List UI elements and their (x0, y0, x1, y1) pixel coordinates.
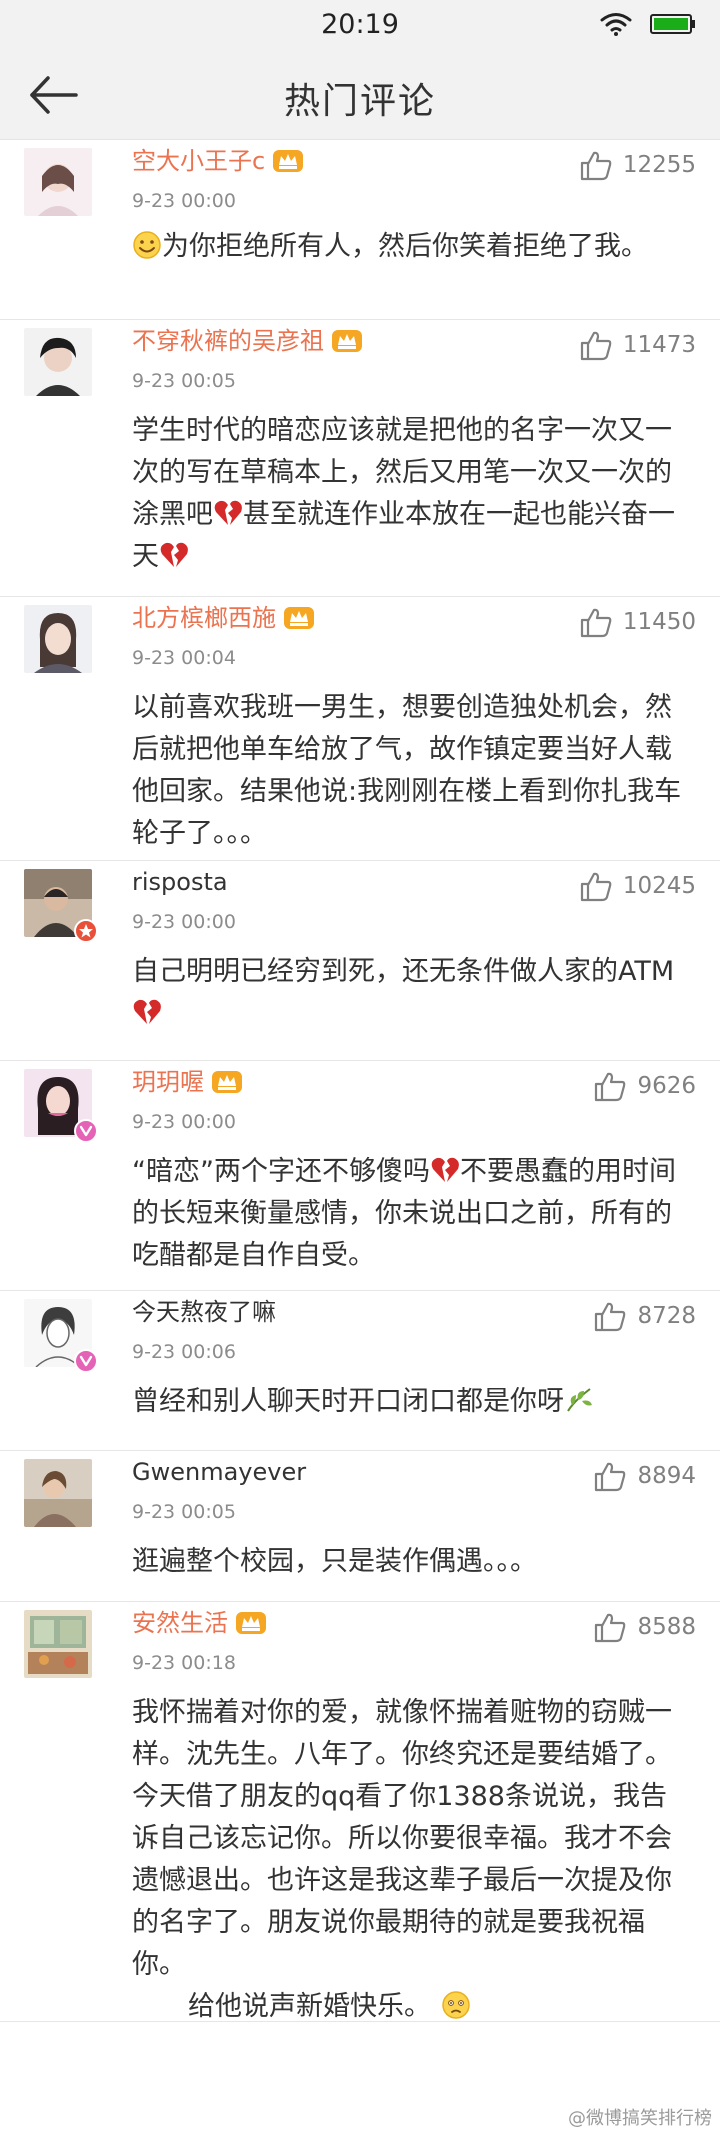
crown-icon (284, 607, 314, 629)
comment-text-line: 给他说声新婚快乐。 (132, 1986, 471, 2028)
comment-time: 9-23 00:00 (132, 1111, 236, 1133)
sad-emoji (442, 1991, 470, 2019)
comment-text: 逛遍整个校园，只是装作偶遇。。。 (132, 1546, 537, 1577)
broken-heart-emoji (133, 999, 161, 1024)
like-count: 11450 (622, 609, 696, 635)
vip-badge-icon (74, 1349, 98, 1373)
comment-item: 玥玥喔 9626 9-23 00:00 “暗恋”两个字还不够傻吗 不要愚蠢的用时间… (0, 1061, 720, 1291)
like-count: 12255 (622, 152, 696, 178)
comment-time: 9-23 00:05 (132, 1501, 236, 1523)
comment-item: 不穿秋裤的吴彦祖 11473 9-23 00:05 学生时代的暗恋应该就是把他的… (0, 320, 720, 597)
comment-text: 曾经和别人聊天时开口闭口都是你呀 (132, 1381, 682, 1423)
thumb-up-icon (595, 1302, 626, 1332)
comment-time: 9-23 00:06 (132, 1341, 236, 1363)
comment-item: Gwenmayever 8894 9-23 00:05 逛遍整个校园，只是装作偶… (0, 1451, 720, 1602)
avatar[interactable] (24, 1459, 92, 1527)
comment-item: 今天熬夜了嘛 8728 9-23 00:06 曾经和别人聊天时开口闭口都是你呀 (0, 1291, 720, 1451)
comment-time: 9-23 00:00 (132, 911, 236, 933)
comment-item: 空大小王子c 12255 9-23 00:00 为你拒绝所有人，然后你笑着拒绝了… (0, 140, 720, 320)
avatar[interactable] (24, 1610, 92, 1678)
like-button[interactable]: 8588 (593, 1610, 696, 1644)
verified-badge-icon (74, 919, 98, 943)
battery-icon (650, 14, 695, 34)
like-button[interactable]: 8728 (593, 1299, 696, 1333)
username[interactable]: 北方槟榔西施 (132, 603, 316, 633)
username[interactable]: risposta (132, 867, 228, 897)
vip-badge-icon (74, 1119, 98, 1143)
comment-item: risposta 10245 9-23 00:00 自己明明已经穷到死，还无条件… (0, 861, 720, 1061)
crown-icon (273, 150, 304, 172)
comment-text: 自己明明已经穷到死，还无条件做人家的ATM (132, 951, 682, 1035)
crown-icon (332, 330, 362, 352)
comment-item: 安然生活 8588 9-23 00:18 我怀揣着对你的爱，就像怀揣着赃物的窃贼… (0, 1602, 720, 2022)
like-count: 9626 (637, 1073, 696, 1099)
thumb-up-icon (580, 872, 612, 902)
like-count: 11473 (622, 332, 696, 358)
like-button[interactable]: 9626 (593, 1069, 696, 1103)
thumb-up-icon (580, 608, 612, 638)
crown-icon (212, 1071, 242, 1093)
like-button[interactable]: 10245 (579, 869, 696, 903)
comment-time: 9-23 00:00 (132, 190, 236, 212)
like-count: 10245 (622, 873, 696, 899)
comment-text: 我怀揣着对你的爱，就像怀揣着赃物的窃贼一样。沈先生。八年了。你终究还是要结婚了。… (132, 1692, 682, 2028)
thumb-up-icon (595, 1613, 626, 1643)
like-count: 8728 (637, 1303, 696, 1329)
wifi-icon (600, 13, 632, 36)
broken-heart-emoji (160, 542, 188, 567)
thumb-up-icon (580, 151, 612, 181)
nav-bar: 热门评论 (0, 50, 720, 140)
like-button[interactable]: 11450 (579, 605, 696, 639)
username[interactable]: 玥玥喔 (132, 1067, 244, 1097)
status-bar: 20:19 (0, 0, 720, 50)
comment-text: 以前喜欢我班一男生，想要创造独处机会，然后就把他单车给放了气，故作镇定要当好人载… (132, 692, 682, 849)
like-button[interactable]: 8894 (593, 1459, 696, 1493)
page-title: 热门评论 (283, 81, 436, 122)
thumb-up-icon (595, 1462, 626, 1492)
broken-heart-emoji (431, 1157, 459, 1182)
like-count: 8588 (637, 1614, 696, 1640)
username[interactable]: 安然生活 (132, 1608, 268, 1638)
username[interactable]: 不穿秋裤的吴彦祖 (132, 326, 364, 356)
like-count: 8894 (637, 1463, 696, 1489)
broken-heart-emoji (214, 500, 242, 525)
comment-text: 为你拒绝所有人，然后你笑着拒绝了我。 (132, 226, 682, 268)
comment-list: 空大小王子c 12255 9-23 00:00 为你拒绝所有人，然后你笑着拒绝了… (0, 140, 720, 2138)
username[interactable]: Gwenmayever (132, 1457, 306, 1487)
smile-emoji (133, 231, 161, 259)
thumb-up-icon (580, 331, 612, 361)
thumb-up-icon (595, 1072, 626, 1102)
like-button[interactable]: 12255 (579, 148, 696, 182)
username[interactable]: 空大小王子c (132, 146, 305, 176)
avatar[interactable] (24, 328, 92, 396)
comment-text: 学生时代的暗恋应该就是把他的名字一次又一次的写在草稿本上，然后又用笔一次又一次的… (132, 415, 675, 572)
comment-item: 北方槟榔西施 11450 9-23 00:04 以前喜欢我班一男生，想要创造独处… (0, 597, 720, 861)
comment-time: 9-23 00:05 (132, 370, 236, 392)
like-button[interactable]: 11473 (579, 328, 696, 362)
comment-time: 9-23 00:04 (132, 647, 236, 669)
comment-text: “暗恋”两个字还不够傻吗 不要愚蠢的用时间的长短来衡量感情，你未说出口之前，所有的… (132, 1156, 676, 1271)
leaf-emoji (567, 1388, 592, 1412)
watermark: @微博搞笑排行榜 (568, 2108, 712, 2129)
avatar[interactable] (24, 605, 92, 673)
comment-time: 9-23 00:18 (132, 1652, 236, 1674)
avatar[interactable] (24, 148, 92, 216)
username[interactable]: 今天熬夜了嘛 (132, 1297, 276, 1327)
crown-icon (236, 1612, 266, 1634)
